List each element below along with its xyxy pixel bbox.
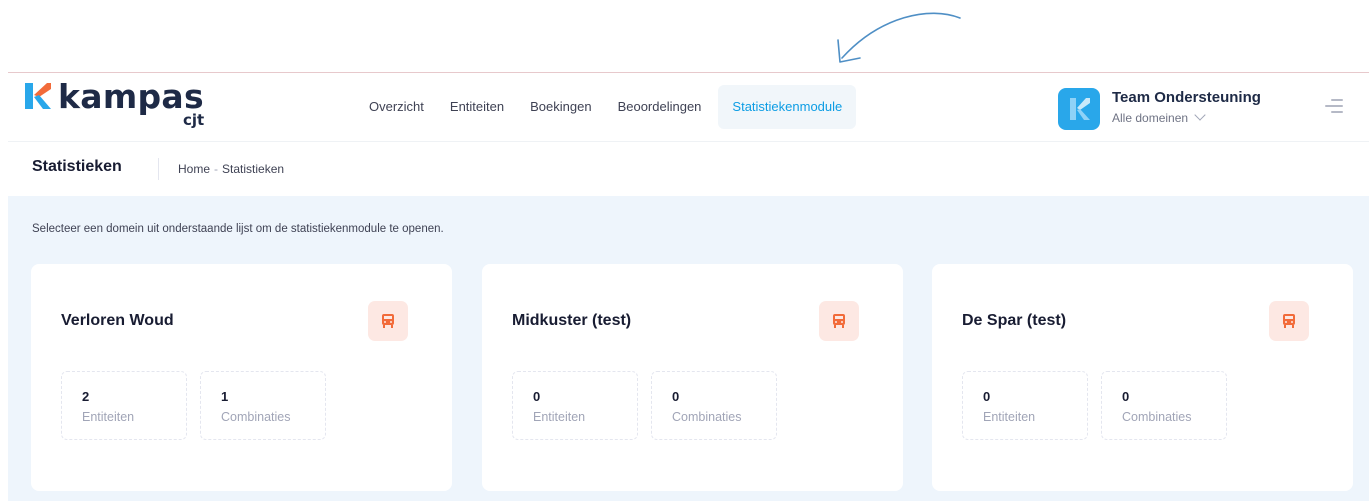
stat-label: Combinaties — [221, 410, 291, 424]
stat-value: 0 — [672, 389, 680, 404]
stat-label: Combinaties — [1122, 410, 1192, 424]
stat-label: Combinaties — [672, 410, 742, 424]
user-menu[interactable]: Team Ondersteuning Alle domeinen — [1058, 85, 1298, 130]
breadcrumb-separator: - — [214, 162, 219, 176]
bus-icon — [1269, 301, 1309, 341]
page-toolbar: Statistieken Home - Statistieken — [8, 141, 1369, 196]
stat-entiteiten: 0 Entiteiten — [962, 371, 1088, 440]
stat-value: 2 — [82, 389, 90, 404]
team-logo-icon — [1070, 98, 1090, 120]
stat-label: Entiteiten — [533, 410, 586, 424]
domain-card-title: De Spar (test) — [962, 312, 1067, 329]
stat-value: 1 — [221, 389, 229, 404]
stat-label: Entiteiten — [983, 410, 1036, 424]
stat-entiteiten: 0 Entiteiten — [512, 371, 638, 440]
page-title: Statistieken — [32, 158, 122, 175]
brand-logo[interactable]: kampas cjt — [25, 77, 225, 129]
breadcrumb-current: Statistieken — [222, 162, 285, 176]
domain-card-title: Midkuster (test) — [512, 312, 632, 329]
breadcrumb-home[interactable]: Home — [178, 162, 210, 176]
bus-icon — [819, 301, 859, 341]
domain-selector[interactable]: Alle domeinen — [1112, 109, 1206, 125]
stat-combinaties: 1 Combinaties — [200, 371, 326, 440]
bus-icon — [368, 301, 408, 341]
stat-label: Entiteiten — [82, 410, 135, 424]
top-header: kampas cjt Overzicht Entiteiten Boekinge… — [8, 73, 1369, 141]
hamburger-menu-icon[interactable] — [1325, 99, 1343, 115]
kampas-logo-icon — [25, 83, 51, 109]
nav-item-beoordelingen[interactable]: Beoordelingen — [605, 85, 715, 129]
domain-card-title: Verloren Woud — [61, 312, 174, 329]
stat-combinaties: 0 Combinaties — [651, 371, 777, 440]
app-window: kampas cjt Overzicht Entiteiten Boekinge… — [8, 72, 1369, 501]
nav-item-statistiekenmodule[interactable]: Statistiekenmodule — [718, 85, 857, 129]
breadcrumb: Home - Statistieken — [178, 162, 284, 176]
brand-sub: cjt — [183, 111, 205, 129]
annotation-arrow-icon — [837, 12, 961, 63]
domain-card-midkuster[interactable]: Midkuster (test) 0 Entiteiten 0 Combinat… — [482, 264, 903, 491]
nav-item-entiteiten[interactable]: Entiteiten — [437, 85, 517, 129]
intro-text: Selecteer een domein uit onderstaande li… — [32, 223, 444, 235]
stat-value: 0 — [1122, 389, 1130, 404]
domain-card-verloren-woud[interactable]: Verloren Woud 2 Entiteiten 1 Combinaties — [31, 264, 452, 491]
main-nav: Overzicht Entiteiten Boekingen Beoordeli… — [356, 85, 857, 129]
title-divider — [158, 158, 159, 180]
nav-item-overzicht[interactable]: Overzicht — [356, 85, 437, 129]
stat-value: 0 — [533, 389, 541, 404]
main-content: Selecteer een domein uit onderstaande li… — [8, 196, 1369, 501]
stat-value: 0 — [983, 389, 991, 404]
domain-card-de-spar[interactable]: De Spar (test) 0 Entiteiten 0 Combinatie… — [932, 264, 1353, 491]
domain-selector-label: Alle domeinen — [1112, 111, 1189, 125]
chevron-down-icon — [1194, 109, 1206, 121]
stat-combinaties: 0 Combinaties — [1101, 371, 1227, 440]
avatar — [1058, 88, 1100, 130]
nav-item-boekingen[interactable]: Boekingen — [517, 85, 604, 129]
user-name: Team Ondersteuning — [1112, 89, 1261, 106]
stat-entiteiten: 2 Entiteiten — [61, 371, 187, 440]
